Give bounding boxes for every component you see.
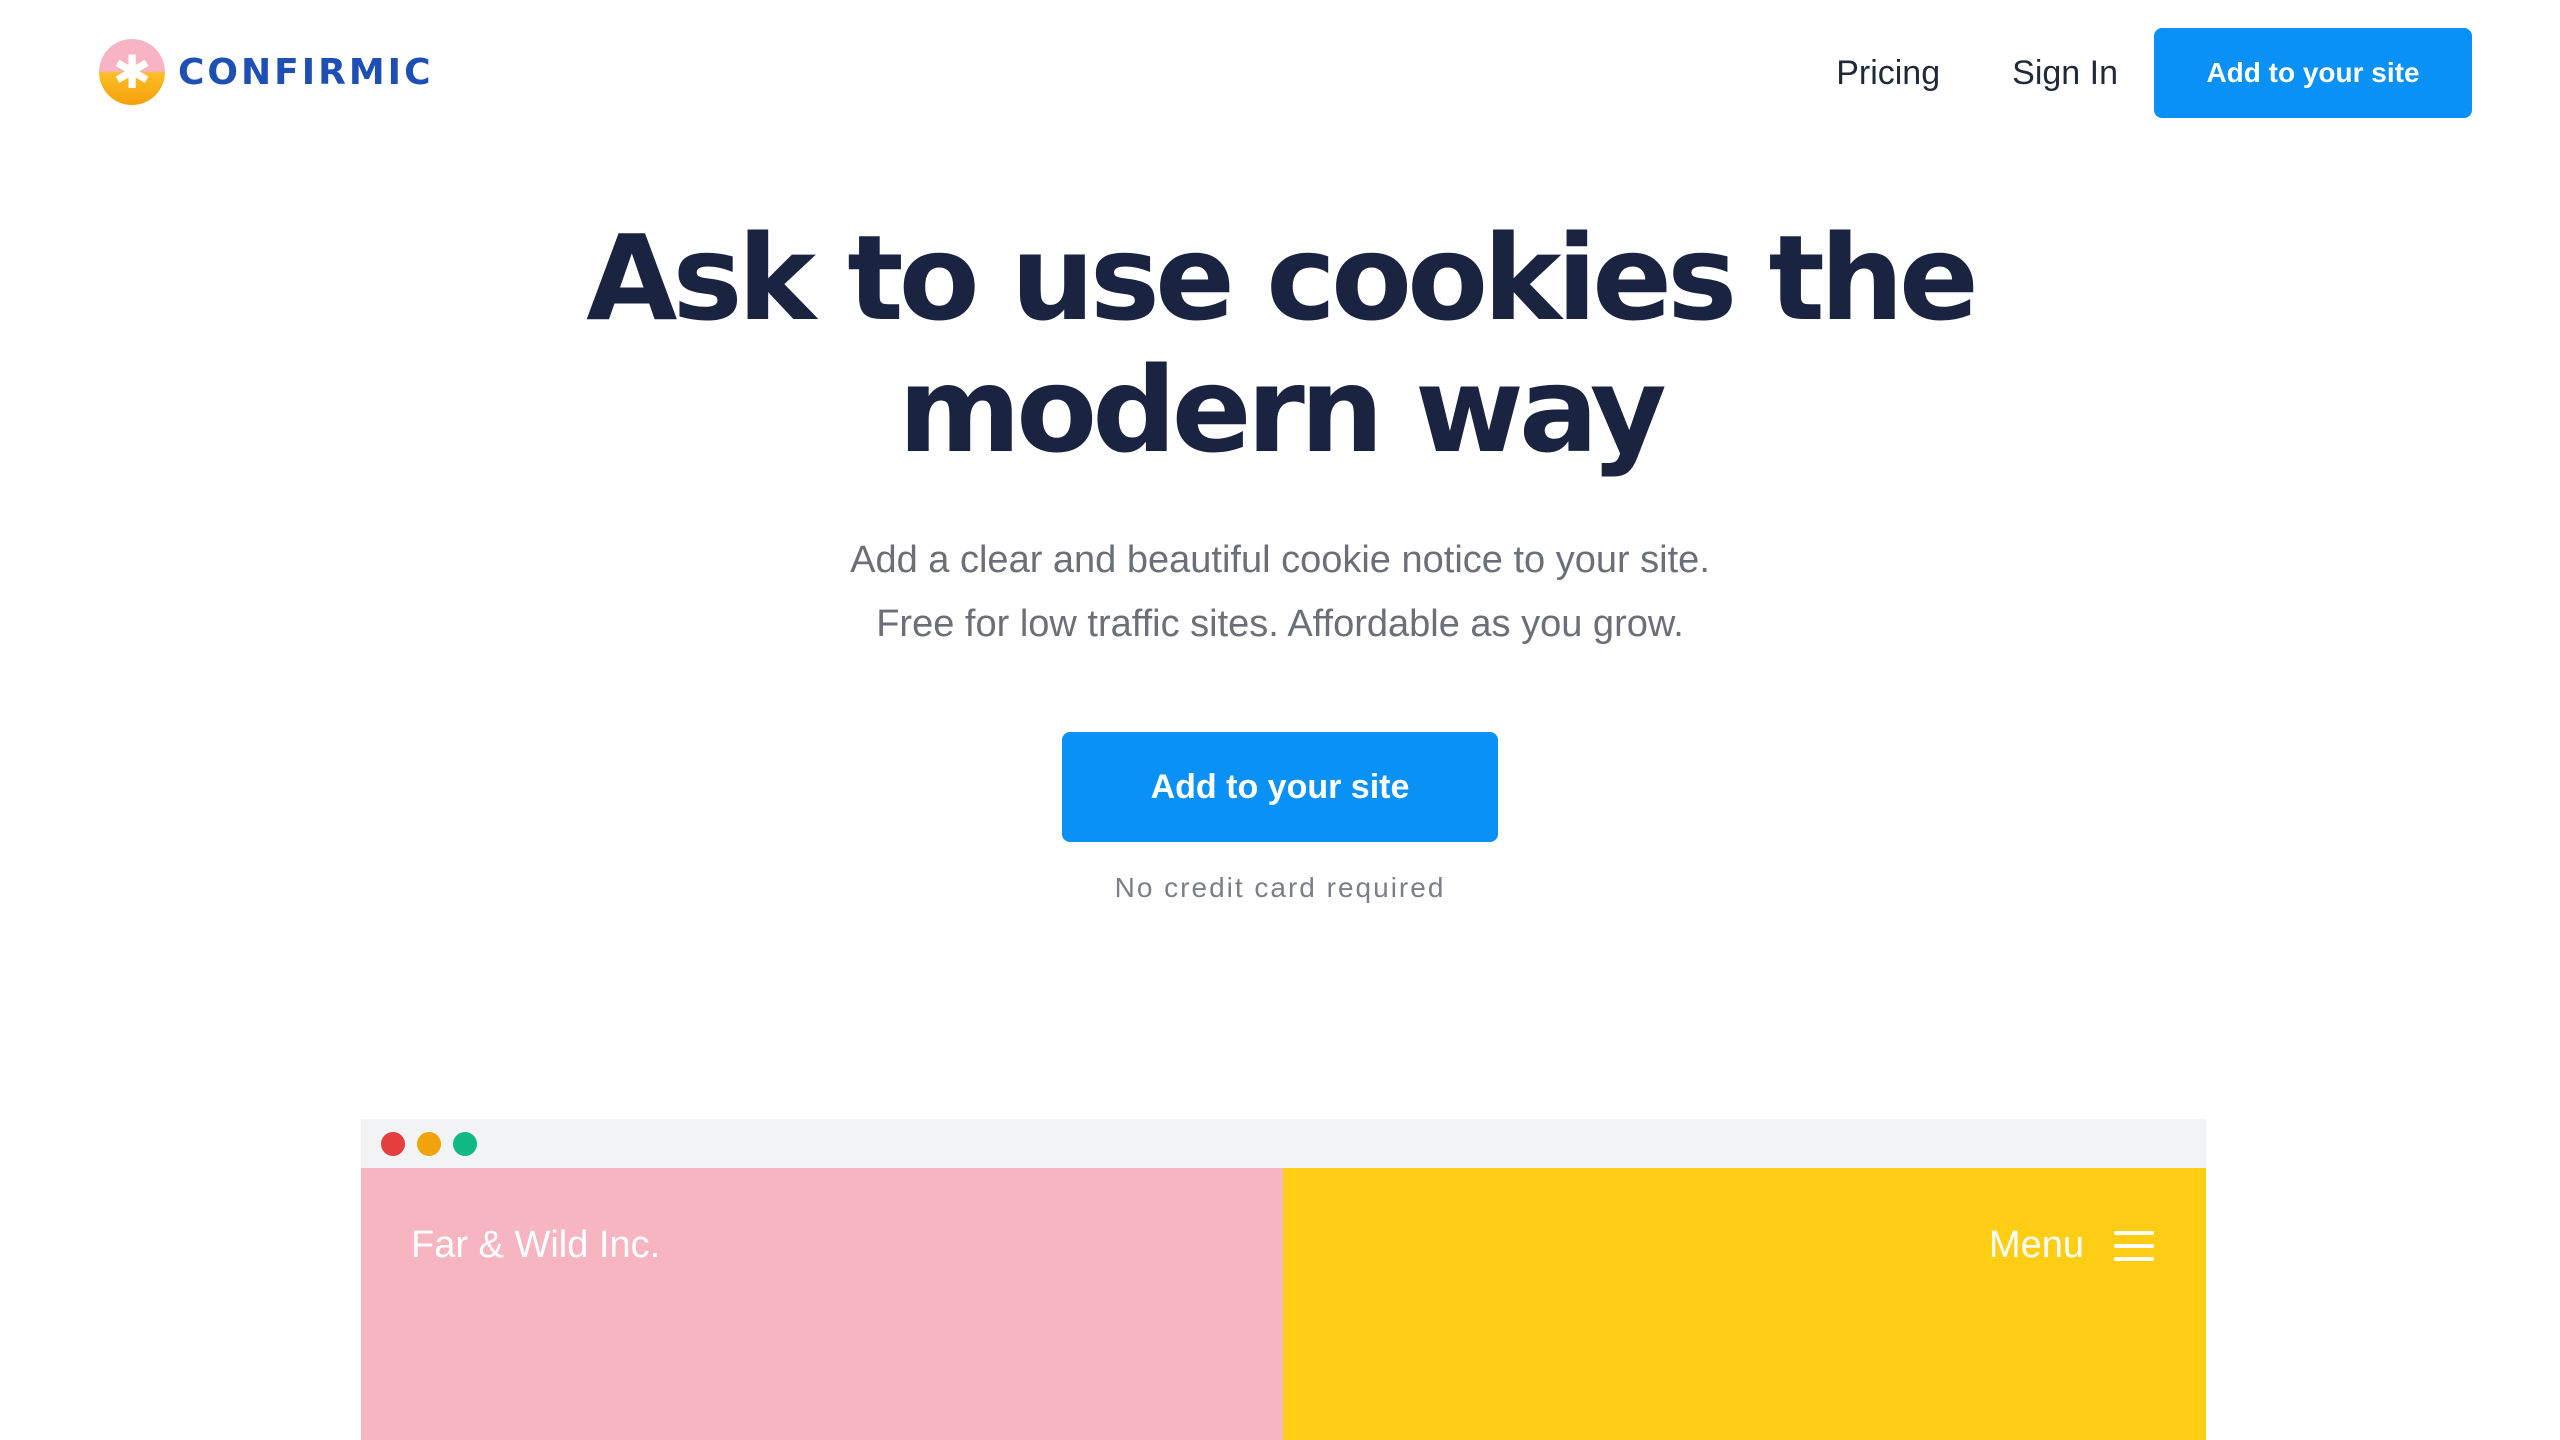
no-credit-card-note: No credit card required — [1114, 872, 1446, 903]
preview-site-name: Far & Wild Inc. — [411, 1224, 661, 1266]
nav-link-sign-in[interactable]: Sign In — [2012, 54, 2118, 93]
hero-title: Ask to use cookies the modern way — [586, 209, 1979, 479]
brand-logo-link[interactable]: ✱ CONFIRMIC — [99, 38, 434, 106]
hero-subtitle: Add a clear and beautiful cookie notice … — [0, 528, 2560, 656]
hero-section: Ask to use cookies the modern way Add a … — [0, 212, 2560, 904]
window-maximize-dot-icon — [453, 1131, 477, 1156]
hero-subtitle-line-1: Add a clear and beautiful cookie notice … — [850, 539, 1710, 581]
header-add-to-site-button[interactable]: Add to your site — [2154, 28, 2472, 118]
hamburger-icon — [2114, 1230, 2154, 1261]
top-nav: Pricing Sign In Add to your site — [1836, 28, 2472, 118]
site-header: ✱ CONFIRMIC Pricing Sign In Add to your … — [0, 0, 2560, 146]
browser-title-bar — [361, 1119, 2206, 1168]
asterisk-logo-icon: ✱ — [99, 39, 165, 105]
brand-name: CONFIRMIC — [178, 51, 434, 93]
hero-add-to-site-button[interactable]: Add to your site — [1062, 732, 1498, 842]
hero-subtitle-line-2: Free for low traffic sites. Affordable a… — [876, 603, 1684, 645]
preview-right-panel: Menu — [1283, 1168, 2206, 1440]
preview-menu-button[interactable]: Menu — [1989, 1224, 2154, 1267]
window-close-dot-icon — [381, 1131, 405, 1156]
window-minimize-dot-icon — [417, 1131, 441, 1156]
browser-preview-mockup: Far & Wild Inc. Menu — [361, 1119, 2206, 1440]
preview-menu-label: Menu — [1988, 1224, 2084, 1266]
preview-site-body: Far & Wild Inc. Menu — [361, 1168, 2206, 1440]
preview-left-panel: Far & Wild Inc. — [361, 1168, 1283, 1440]
nav-link-pricing[interactable]: Pricing — [1836, 54, 1940, 93]
